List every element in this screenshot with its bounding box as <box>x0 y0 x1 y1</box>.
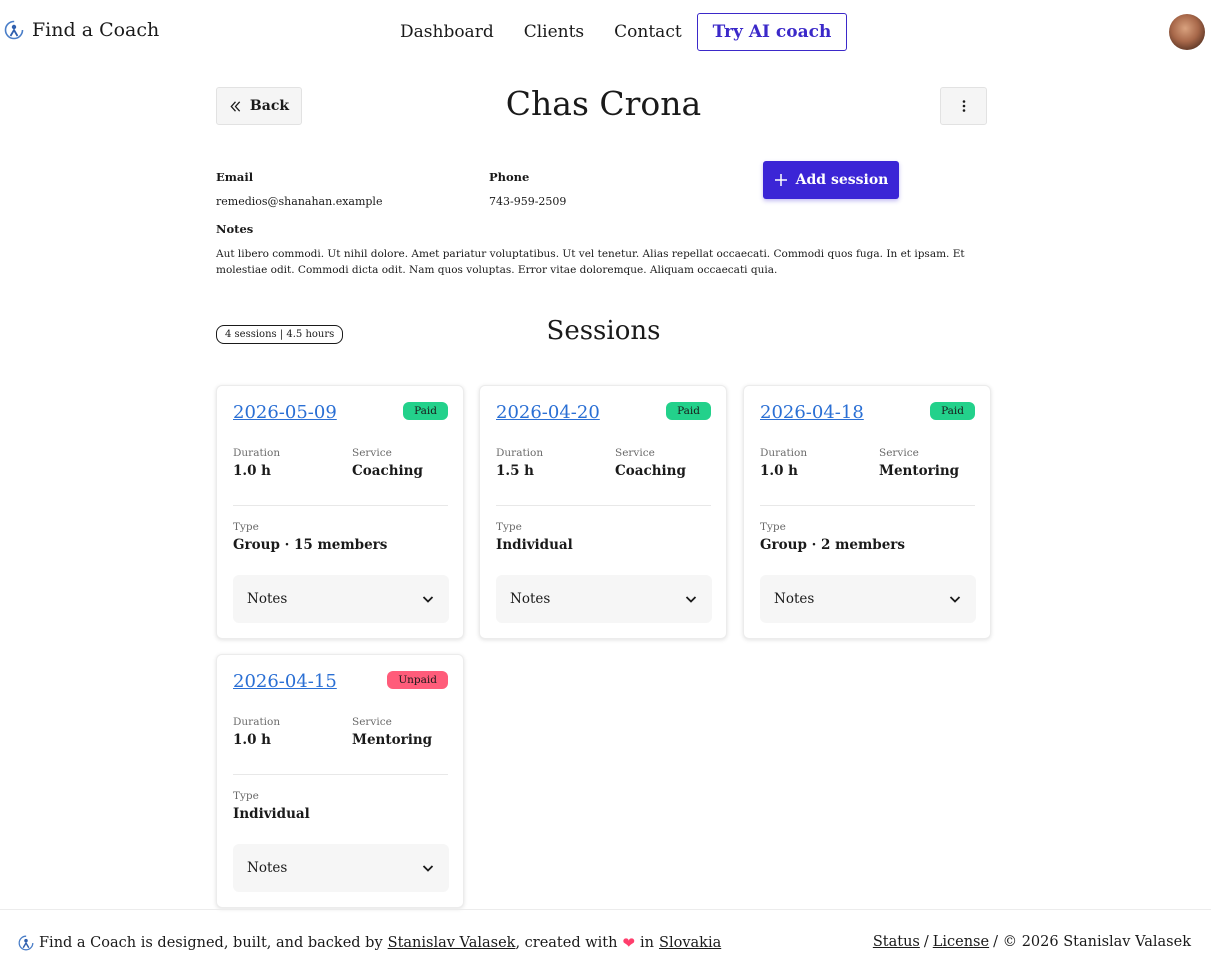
footer-text: Find a Coach is designed, built, and bac… <box>39 935 383 951</box>
try-ai-coach-button[interactable]: Try AI coach <box>696 13 848 51</box>
footer-text: , created with <box>515 935 618 951</box>
payment-status-badge: Unpaid <box>387 671 448 689</box>
client-phone: 743-959-2509 <box>489 195 567 208</box>
duration-label: Duration <box>233 716 281 728</box>
main-nav: Dashboard Clients Contact Try AI coach <box>400 13 848 51</box>
vertical-dots-icon <box>962 99 966 113</box>
top-navbar: Find a Coach Dashboard Clients Contact T… <box>0 0 1211 64</box>
card-divider <box>760 505 975 506</box>
country-link[interactable]: Slovakia <box>659 935 721 951</box>
email-label: Email <box>216 170 254 184</box>
chevron-down-icon <box>421 861 435 875</box>
more-options-button[interactable] <box>940 87 987 125</box>
footer-separator: / <box>923 934 929 950</box>
chevron-down-icon <box>421 592 435 606</box>
author-link[interactable]: Stanislav Valasek <box>388 935 516 951</box>
type-label: Type <box>233 790 259 802</box>
session-date-link[interactable]: 2026-04-15 <box>233 671 337 692</box>
service-value: Mentoring <box>352 732 433 748</box>
type-value: Group · 2 members <box>760 537 905 553</box>
service-value: Coaching <box>615 463 686 479</box>
client-name-title: Chas Crona <box>505 84 702 123</box>
copyright-text: / © 2026 Stanislav Valasek <box>993 934 1191 950</box>
plus-icon <box>774 173 788 187</box>
duration-value: 1.0 h <box>760 463 799 479</box>
coach-logo-icon <box>18 935 34 951</box>
heart-icon: ❤ <box>622 934 636 952</box>
coach-logo-icon <box>4 20 24 40</box>
client-notes: Aut libero commodi. Ut nihil dolore. Ame… <box>216 248 965 276</box>
nav-clients[interactable]: Clients <box>524 22 584 42</box>
session-notes-label: Notes <box>247 591 288 607</box>
page-footer: Find a Coach is designed, built, and bac… <box>0 909 1211 959</box>
duration-label: Duration <box>496 447 544 459</box>
chevron-down-icon <box>948 592 962 606</box>
session-notes-label: Notes <box>510 591 551 607</box>
add-session-label: Add session <box>795 172 889 188</box>
type-value: Individual <box>233 806 310 822</box>
type-label: Type <box>496 521 522 533</box>
session-card: 2026-04-18 Paid Duration 1.0 h Service M… <box>743 385 991 639</box>
session-notes-toggle[interactable]: Notes <box>496 575 712 623</box>
session-notes-toggle[interactable]: Notes <box>233 844 449 892</box>
session-date-link[interactable]: 2026-04-20 <box>496 402 600 423</box>
type-label: Type <box>760 521 786 533</box>
duration-value: 1.0 h <box>233 463 272 479</box>
user-avatar[interactable] <box>1169 14 1205 50</box>
footer-credits: Find a Coach is designed, built, and bac… <box>18 934 721 952</box>
brand-name: Find a Coach <box>32 19 160 41</box>
duration-label: Duration <box>233 447 281 459</box>
duration-value: 1.5 h <box>496 463 535 479</box>
license-link[interactable]: License <box>933 934 989 950</box>
session-card: 2026-05-09 Paid Duration 1.0 h Service C… <box>216 385 464 639</box>
service-value: Mentoring <box>879 463 960 479</box>
duration-value: 1.0 h <box>233 732 272 748</box>
session-notes-label: Notes <box>774 591 815 607</box>
type-value: Individual <box>496 537 573 553</box>
service-label: Service <box>352 447 392 459</box>
card-divider <box>496 505 711 506</box>
duration-label: Duration <box>760 447 808 459</box>
status-link[interactable]: Status <box>873 934 920 950</box>
nav-contact[interactable]: Contact <box>614 22 682 42</box>
session-notes-toggle[interactable]: Notes <box>233 575 449 623</box>
nav-dashboard[interactable]: Dashboard <box>400 22 494 42</box>
brand-link[interactable]: Find a Coach <box>4 19 159 41</box>
add-session-button[interactable]: Add session <box>763 161 899 199</box>
notes-label: Notes <box>216 222 254 236</box>
session-date-link[interactable]: 2026-05-09 <box>233 402 337 423</box>
session-notes-label: Notes <box>247 860 288 876</box>
sessions-title: Sessions <box>546 316 661 346</box>
payment-status-badge: Paid <box>403 402 448 420</box>
session-card: 2026-04-20 Paid Duration 1.5 h Service C… <box>479 385 727 639</box>
phone-label: Phone <box>489 170 530 184</box>
payment-status-badge: Paid <box>930 402 975 420</box>
session-notes-toggle[interactable]: Notes <box>760 575 976 623</box>
client-email: remedios@shanahan.example <box>216 195 383 208</box>
footer-text: in <box>640 935 655 951</box>
type-label: Type <box>233 521 259 533</box>
session-card: 2026-04-15 Unpaid Duration 1.0 h Service… <box>216 654 464 908</box>
service-label: Service <box>615 447 655 459</box>
service-label: Service <box>879 447 919 459</box>
card-divider <box>233 774 448 775</box>
payment-status-badge: Paid <box>666 402 711 420</box>
service-value: Coaching <box>352 463 423 479</box>
session-date-link[interactable]: 2026-04-18 <box>760 402 864 423</box>
footer-links: Status / License / © 2026 Stanislav Vala… <box>873 934 1191 950</box>
card-divider <box>233 505 448 506</box>
type-value: Group · 15 members <box>233 537 388 553</box>
service-label: Service <box>352 716 392 728</box>
chevron-down-icon <box>684 592 698 606</box>
